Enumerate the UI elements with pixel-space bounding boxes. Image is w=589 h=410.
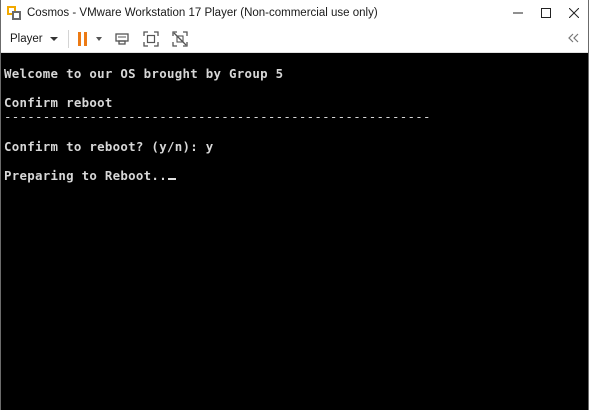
console-status-text: Preparing to Reboot..	[4, 168, 167, 183]
maximize-icon	[541, 7, 551, 18]
unity-icon[interactable]	[171, 30, 189, 48]
console-confirm-header: Confirm reboot	[4, 95, 113, 110]
toolbar: Player	[1, 25, 588, 53]
close-button[interactable]	[560, 0, 588, 25]
console-welcome-line: Welcome to our OS brought by Group 5	[4, 66, 284, 81]
console-divider: ----------------------------------------…	[4, 109, 431, 124]
player-menu-button[interactable]: Player	[10, 33, 58, 45]
collapse-toolbar-icon[interactable]	[566, 31, 580, 45]
send-ctrl-alt-del-icon[interactable]	[113, 30, 131, 48]
text-cursor	[167, 178, 176, 180]
power-options-dropdown[interactable]	[95, 36, 102, 41]
minimize-icon	[513, 12, 523, 13]
toolbar-divider	[67, 29, 69, 48]
pause-icon[interactable]	[77, 31, 87, 46]
vmware-player-window: Cosmos - VMware Workstation 17 Player (N…	[0, 0, 589, 410]
window-title: Cosmos - VMware Workstation 17 Player (N…	[27, 6, 378, 19]
player-menu-label: Player	[10, 32, 43, 45]
vm-console-screen[interactable]: Welcome to our OS brought by Group 5 Con…	[2, 53, 587, 410]
vmware-app-icon	[7, 5, 21, 20]
maximize-button[interactable]	[532, 0, 560, 25]
fit-guest-icon[interactable]	[142, 30, 160, 48]
minimize-button[interactable]	[504, 0, 532, 25]
close-icon	[569, 7, 579, 18]
console-status-line: Preparing to Reboot..	[4, 169, 176, 183]
chevron-down-icon	[49, 36, 58, 41]
title-bar[interactable]: Cosmos - VMware Workstation 17 Player (N…	[1, 0, 588, 25]
console-prompt-line: Confirm to reboot? (y/n): y	[4, 139, 214, 154]
window-controls	[504, 0, 588, 25]
